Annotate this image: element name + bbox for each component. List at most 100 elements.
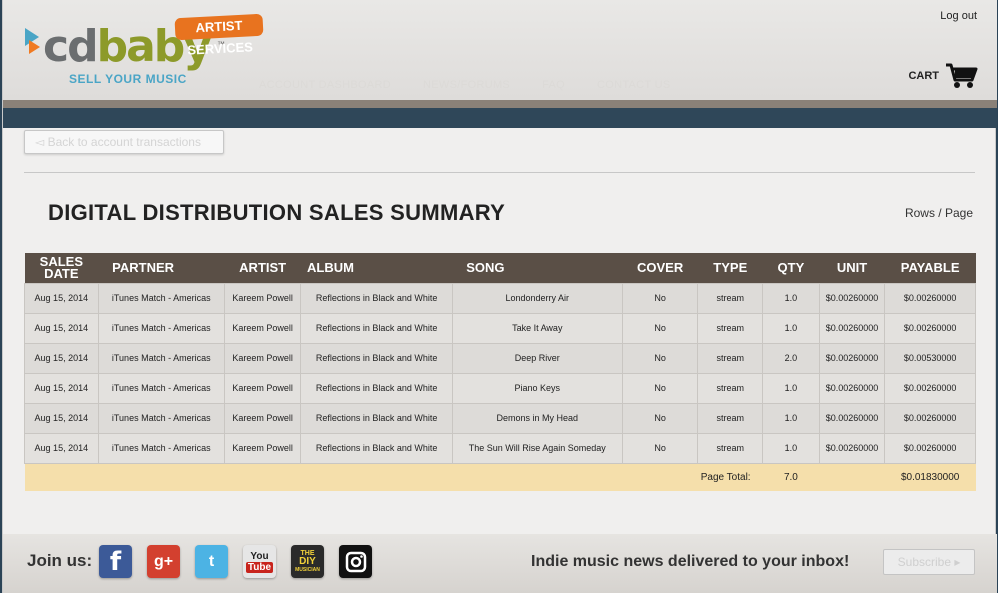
instagram-icon[interactable]: [339, 545, 372, 578]
cell-unit: $0.00260000: [818, 372, 886, 404]
join-us-label: Join us:: [27, 551, 93, 570]
sales-summary-table: SALES DATE PARTNER ARTIST ALBUM SONG COVE…: [24, 253, 976, 491]
cell-cover: No: [621, 342, 699, 374]
col-payable[interactable]: PAYABLE: [884, 253, 976, 283]
cell-artist: Kareem Powell: [223, 402, 302, 434]
cart-link[interactable]: CART: [908, 62, 979, 90]
youtube-icon[interactable]: You Tube: [243, 545, 276, 578]
cell-qty: 1.0: [762, 312, 820, 344]
cell-sales-date: Aug 15, 2014: [24, 312, 99, 344]
col-type[interactable]: TYPE: [697, 253, 763, 283]
cell-sales-date: Aug 15, 2014: [24, 342, 99, 374]
nav-faq[interactable]: FAQ: [542, 79, 565, 91]
table-row[interactable]: Aug 15, 2014 iTunes Match - Americas Karee…: [24, 312, 976, 344]
table-row[interactable]: Aug 15, 2014 iTunes Match - Americas Karee…: [24, 282, 976, 314]
page-title: DIGITAL DISTRIBUTION SALES SUMMARY: [48, 200, 506, 225]
table-row[interactable]: Aug 15, 2014 iTunes Match - Americas Karee…: [24, 432, 976, 464]
cell-cover: No: [621, 372, 699, 404]
cell-cover: No: [621, 282, 699, 314]
cell-partner: iTunes Match - Americas: [97, 342, 225, 374]
col-qty[interactable]: QTY: [762, 253, 820, 283]
site-footer: Join us: f g+ t You Tube THE DIY MUSICIA…: [3, 534, 997, 593]
cell-payable: $0.00260000: [884, 312, 976, 344]
cell-partner: iTunes Match - Americas: [97, 282, 225, 314]
shopping-cart-icon: [946, 63, 978, 88]
col-sales-date[interactable]: SALES DATE: [24, 253, 99, 283]
table-row[interactable]: Aug 15, 2014 iTunes Match - Americas Karee…: [24, 372, 976, 404]
cell-song: Piano Keys: [451, 372, 623, 404]
cell-sales-date: Aug 15, 2014: [24, 402, 99, 434]
table-row[interactable]: Aug 15, 2014 iTunes Match - Americas Karee…: [24, 342, 976, 374]
cell-partner: iTunes Match - Americas: [97, 312, 225, 344]
table-header-row: SALES DATE PARTNER ARTIST ALBUM SONG COVE…: [24, 253, 976, 283]
cell-qty: 2.0: [762, 342, 820, 374]
rows-per-page-control[interactable]: Rows / Page: [905, 206, 973, 220]
cell-type: stream: [697, 432, 764, 464]
cell-partner: iTunes Match - Americas: [97, 432, 225, 464]
subscribe-button[interactable]: Subscribe ▸: [883, 549, 975, 575]
cell-cover: No: [621, 312, 699, 344]
col-unit[interactable]: UNIT: [819, 253, 885, 283]
cell-sales-date: Aug 15, 2014: [24, 372, 99, 404]
cell-unit: $0.00260000: [818, 282, 886, 314]
cell-sales-date: Aug 15, 2014: [24, 432, 99, 464]
nav-news-forums[interactable]: NEWS/FORUMS: [423, 79, 510, 91]
artist-services-badge: ARTIST SERVICES: [174, 13, 264, 58]
page-total-spacer: [819, 463, 885, 491]
page-total-payable: $0.01830000: [884, 463, 976, 491]
cell-album: Reflections in Black and White: [300, 402, 453, 434]
youtube-you-text: You: [250, 550, 269, 562]
cell-type: stream: [697, 312, 764, 344]
cell-qty: 1.0: [762, 402, 820, 434]
cell-unit: $0.00260000: [818, 342, 886, 374]
back-to-transactions-button[interactable]: ◅ Back to account transactions: [24, 130, 224, 154]
cell-payable: $0.00530000: [884, 342, 976, 374]
cell-unit: $0.00260000: [818, 312, 886, 344]
header-stripe: [3, 100, 997, 108]
cell-song: Demons in My Head: [451, 402, 623, 434]
cell-song: Take It Away: [451, 312, 623, 344]
nav-account-dashboard[interactable]: ACCOUNT DASHBOARD: [259, 79, 391, 91]
cell-unit: $0.00260000: [818, 402, 886, 434]
cell-type: stream: [697, 372, 764, 404]
cell-album: Reflections in Black and White: [300, 312, 453, 344]
youtube-tube-text: Tube: [245, 561, 274, 573]
cell-cover: No: [621, 402, 699, 434]
cell-cover: No: [621, 432, 699, 464]
cell-album: Reflections in Black and White: [300, 372, 453, 404]
cell-album: Reflections in Black and White: [300, 282, 453, 314]
page: cdbaby ™ SELL YOUR MUSIC ARTIST SERVICES…: [2, 0, 997, 593]
cell-unit: $0.00260000: [818, 432, 886, 464]
cell-artist: Kareem Powell: [223, 312, 302, 344]
cell-qty: 1.0: [762, 432, 820, 464]
cell-partner: iTunes Match - Americas: [97, 402, 225, 434]
cell-qty: 1.0: [762, 372, 820, 404]
instagram-glyph-icon: [345, 551, 366, 572]
cell-artist: Kareem Powell: [223, 342, 302, 374]
logo-play-orange-shape: [29, 40, 40, 54]
cart-label: CART: [908, 70, 939, 82]
cell-album: Reflections in Black and White: [300, 342, 453, 374]
cell-song: Deep River: [451, 342, 623, 374]
cell-type: stream: [697, 282, 764, 314]
col-cover[interactable]: COVER: [622, 253, 698, 283]
cell-payable: $0.00260000: [884, 282, 976, 314]
header-band: [3, 108, 997, 128]
col-album[interactable]: ALBUM: [300, 253, 453, 283]
cell-artist: Kareem Powell: [223, 432, 302, 464]
nav-contact-us[interactable]: CONTACT US: [597, 79, 671, 91]
logout-link[interactable]: Log out: [940, 10, 977, 22]
newsletter-prompt: Indie music news delivered to your inbox…: [531, 553, 850, 570]
col-artist[interactable]: ARTIST: [224, 253, 301, 283]
diy-line-2: DIY: [299, 555, 316, 567]
col-song[interactable]: SONG: [452, 253, 623, 283]
col-partner[interactable]: PARTNER: [98, 253, 225, 283]
main-nav: ACCOUNT DASHBOARD NEWS/FORUMS FAQ CONTAC…: [259, 79, 670, 91]
diy-musician-icon[interactable]: THE DIY MUSICIAN: [291, 545, 324, 578]
diy-line-3: MUSICIAN: [295, 566, 320, 573]
google-plus-icon[interactable]: g+: [147, 545, 180, 578]
twitter-icon[interactable]: t: [195, 545, 228, 578]
facebook-icon[interactable]: f: [99, 545, 132, 578]
site-header: cdbaby ™ SELL YOUR MUSIC ARTIST SERVICES…: [3, 0, 997, 100]
table-row[interactable]: Aug 15, 2014 iTunes Match - Americas Karee…: [24, 402, 976, 434]
